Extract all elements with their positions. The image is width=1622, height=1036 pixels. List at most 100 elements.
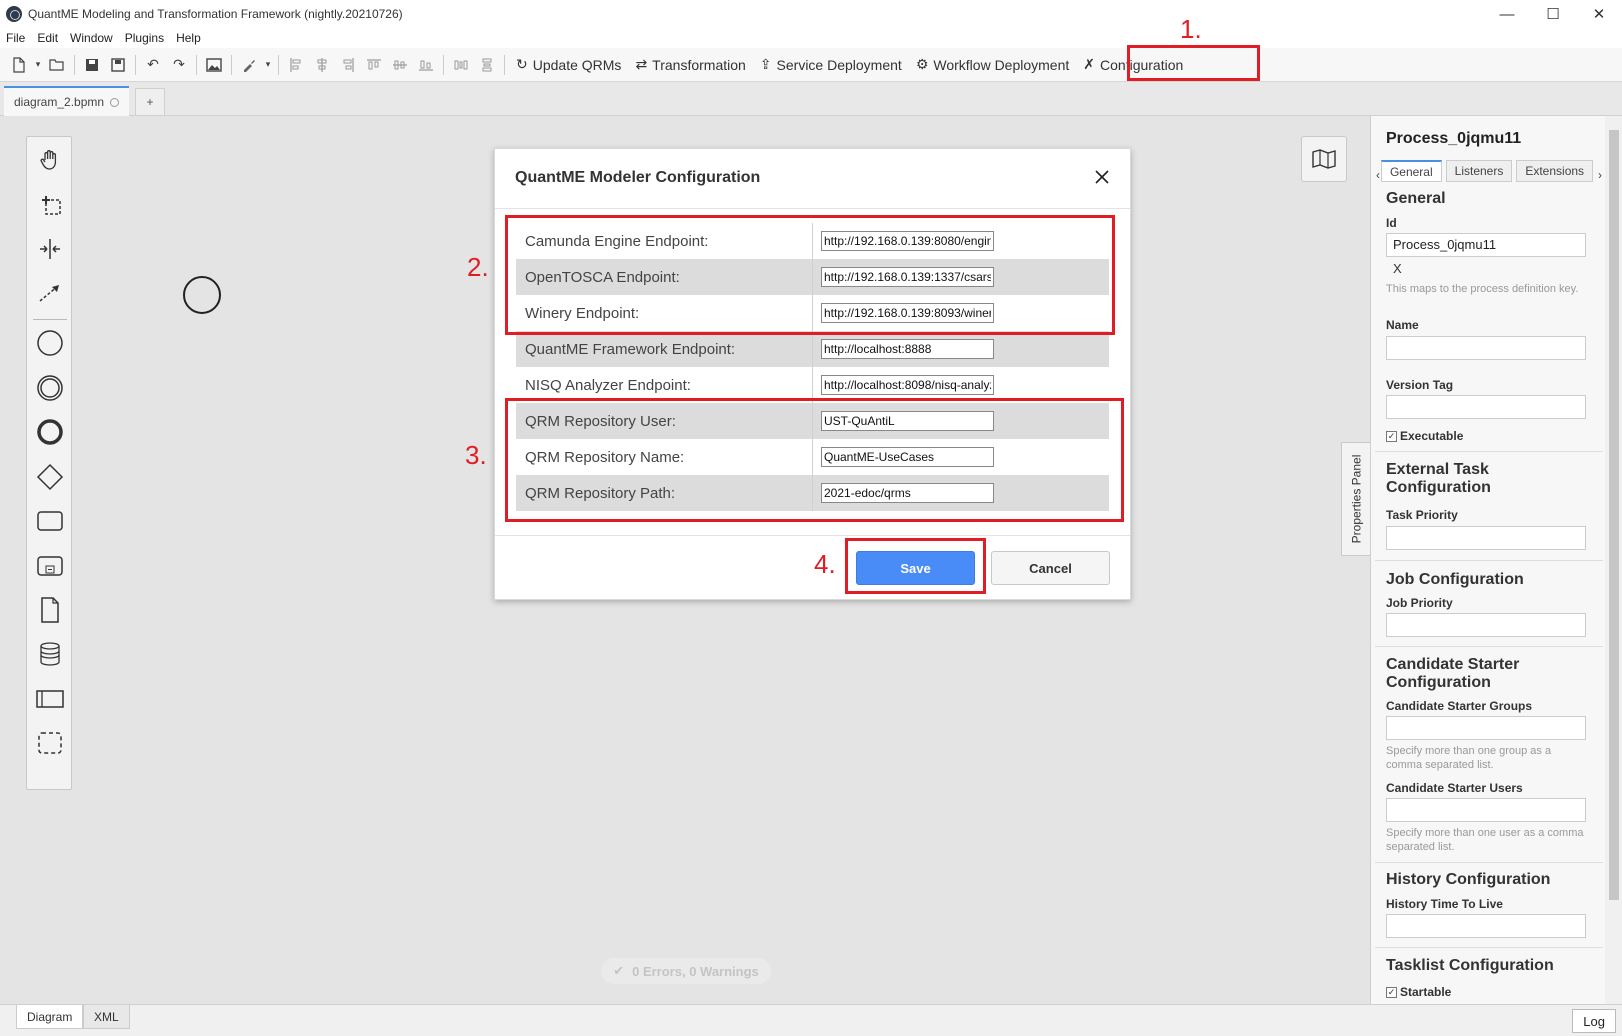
- save-as-icon[interactable]: [105, 52, 131, 78]
- tab-xml[interactable]: XML: [83, 1005, 130, 1029]
- toolbar: ▾ ↶ ↷ ▾ ↻ Update QRMs ⇄ Transformation ⇪…: [0, 48, 1622, 82]
- id-clear-button[interactable]: X: [1393, 261, 1402, 276]
- data-object-icon[interactable]: [27, 590, 73, 630]
- name-label: Name: [1386, 318, 1419, 332]
- lint-status[interactable]: ✔ 0 Errors, 0 Warnings: [601, 958, 771, 984]
- opentosca-endpoint-input[interactable]: [821, 267, 994, 287]
- export-image-icon[interactable]: [201, 52, 227, 78]
- start-event-icon[interactable]: [27, 323, 73, 363]
- candidate-users-label: Candidate Starter Users: [1386, 781, 1523, 795]
- workflow-deployment-button[interactable]: ⚙ Workflow Deployment: [909, 52, 1076, 78]
- gateway-icon[interactable]: [27, 457, 73, 497]
- new-file-dropdown-icon[interactable]: ▾: [32, 52, 44, 78]
- save-icon[interactable]: [79, 52, 105, 78]
- menu-window[interactable]: Window: [64, 31, 119, 45]
- color-dropdown-icon[interactable]: ▾: [262, 52, 274, 78]
- modal-title: QuantME Modeler Configuration: [515, 169, 761, 186]
- name-input[interactable]: [1386, 336, 1586, 360]
- align-right-icon[interactable]: [335, 52, 361, 78]
- config-label: QRM Repository Name:: [516, 439, 813, 475]
- group-icon[interactable]: [27, 723, 73, 763]
- task-priority-label: Task Priority: [1386, 508, 1458, 522]
- data-store-icon[interactable]: [27, 634, 73, 674]
- tab-diagram[interactable]: Diagram: [16, 1005, 84, 1029]
- task-priority-input[interactable]: [1386, 526, 1586, 550]
- version-tag-input[interactable]: [1386, 395, 1586, 419]
- minimap-toggle-button[interactable]: [1301, 136, 1347, 182]
- camunda-endpoint-input[interactable]: [821, 231, 994, 251]
- align-top-icon[interactable]: [361, 52, 387, 78]
- tab-extensions[interactable]: Extensions: [1516, 160, 1594, 182]
- history-ttl-label: History Time To Live: [1386, 897, 1503, 911]
- undo-icon[interactable]: ↶: [140, 52, 166, 78]
- distribute-horizontal-icon[interactable]: [448, 52, 474, 78]
- new-file-icon[interactable]: [6, 52, 32, 78]
- cancel-button[interactable]: Cancel: [991, 551, 1110, 585]
- close-icon: [1095, 170, 1109, 184]
- menu-help[interactable]: Help: [170, 31, 207, 45]
- file-tab-diagram[interactable]: diagram_2.bpmn: [4, 86, 129, 116]
- tabs-scroll-right-icon[interactable]: ›: [1597, 168, 1603, 182]
- align-left-icon[interactable]: [283, 52, 309, 78]
- winery-endpoint-input[interactable]: [821, 303, 994, 323]
- align-center-icon[interactable]: [309, 52, 335, 78]
- hand-tool-icon[interactable]: [27, 140, 73, 180]
- save-button[interactable]: Save: [856, 551, 975, 585]
- checkbox-checked-icon: ✓: [1386, 986, 1397, 998]
- external-task-section-title: External Task Configuration: [1386, 461, 1491, 496]
- qrm-repository-name-input[interactable]: [821, 447, 994, 467]
- qrm-repository-user-input[interactable]: [821, 411, 994, 431]
- candidate-users-input[interactable]: [1386, 798, 1586, 822]
- add-tab-button[interactable]: +: [135, 88, 165, 116]
- properties-panel-toggle[interactable]: Properties Panel: [1341, 442, 1371, 556]
- open-folder-icon[interactable]: [44, 52, 70, 78]
- log-button[interactable]: Log: [1572, 1009, 1616, 1033]
- lint-status-label: 0 Errors, 0 Warnings: [632, 963, 759, 979]
- minimize-button[interactable]: —: [1484, 0, 1530, 28]
- job-priority-input[interactable]: [1386, 613, 1586, 637]
- configuration-modal: QuantME Modeler Configuration Camunda En…: [494, 148, 1131, 600]
- space-tool-icon[interactable]: [27, 229, 73, 269]
- transformation-button[interactable]: ⇄ Transformation: [628, 52, 752, 78]
- color-brush-icon[interactable]: [236, 52, 262, 78]
- configuration-button[interactable]: ✗ Configuration: [1076, 52, 1190, 78]
- subprocess-icon[interactable]: [27, 546, 73, 586]
- align-middle-icon[interactable]: [387, 52, 413, 78]
- config-row-qrm-name: QRM Repository Name:: [516, 439, 1109, 475]
- menu-file[interactable]: File: [0, 31, 31, 45]
- window-controls: — ☐ ✕: [1484, 0, 1622, 28]
- distribute-vertical-icon[interactable]: [474, 52, 500, 78]
- pool-icon[interactable]: [27, 679, 73, 719]
- tab-general[interactable]: General: [1380, 160, 1442, 182]
- config-row-winery: Winery Endpoint:: [516, 295, 1109, 331]
- align-bottom-icon[interactable]: [413, 52, 439, 78]
- task-icon[interactable]: [27, 501, 73, 541]
- maximize-button[interactable]: ☐: [1530, 0, 1576, 28]
- bpmn-start-event[interactable]: [183, 276, 221, 314]
- properties-panel: Process_0jqmu11 ‹ General Listeners Exte…: [1370, 116, 1622, 1004]
- executable-checkbox[interactable]: ✓ Executable: [1386, 429, 1463, 443]
- toolbar-divider: [74, 54, 75, 75]
- startable-checkbox[interactable]: ✓ Startable: [1386, 985, 1451, 999]
- menu-edit[interactable]: Edit: [31, 31, 64, 45]
- redo-icon[interactable]: ↷: [166, 52, 192, 78]
- end-event-icon[interactable]: [27, 412, 73, 452]
- modal-close-button[interactable]: [1092, 167, 1112, 187]
- id-input[interactable]: Process_0jqmu11: [1386, 233, 1586, 257]
- service-deployment-button[interactable]: ⇪ Service Deployment: [753, 52, 909, 78]
- menu-plugins[interactable]: Plugins: [119, 31, 170, 45]
- qrm-repository-path-input[interactable]: [821, 483, 994, 503]
- connect-tool-icon[interactable]: [27, 273, 73, 313]
- close-tab-icon[interactable]: [110, 97, 120, 107]
- scrollbar-thumb[interactable]: [1609, 130, 1619, 900]
- nisq-analyzer-endpoint-input[interactable]: [821, 375, 994, 395]
- quantme-framework-endpoint-input[interactable]: [821, 339, 994, 359]
- intermediate-event-icon[interactable]: [27, 368, 73, 408]
- properties-scrollbar[interactable]: [1605, 116, 1622, 1004]
- history-ttl-input[interactable]: [1386, 914, 1586, 938]
- tab-listeners[interactable]: Listeners: [1445, 160, 1513, 182]
- lasso-tool-icon[interactable]: [27, 184, 73, 224]
- update-qrms-button[interactable]: ↻ Update QRMs: [509, 52, 628, 78]
- candidate-groups-input[interactable]: [1386, 716, 1586, 740]
- close-window-button[interactable]: ✕: [1576, 0, 1622, 28]
